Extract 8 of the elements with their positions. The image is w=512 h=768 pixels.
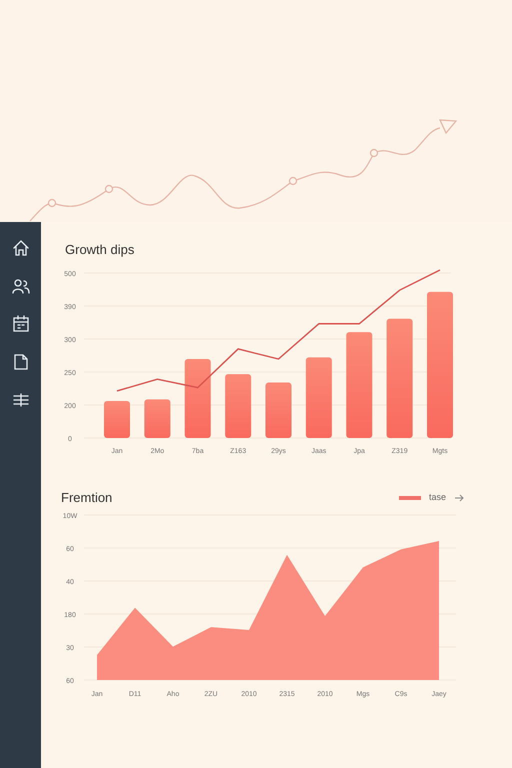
bar [225, 374, 252, 438]
arrow-icon[interactable] [454, 494, 464, 502]
bar [266, 382, 292, 438]
bar [104, 401, 130, 438]
panel-title: Fremtion [61, 489, 112, 507]
bar [144, 399, 170, 438]
legend-label: tase [428, 491, 446, 504]
panel-title: Growth dips [64, 241, 134, 259]
